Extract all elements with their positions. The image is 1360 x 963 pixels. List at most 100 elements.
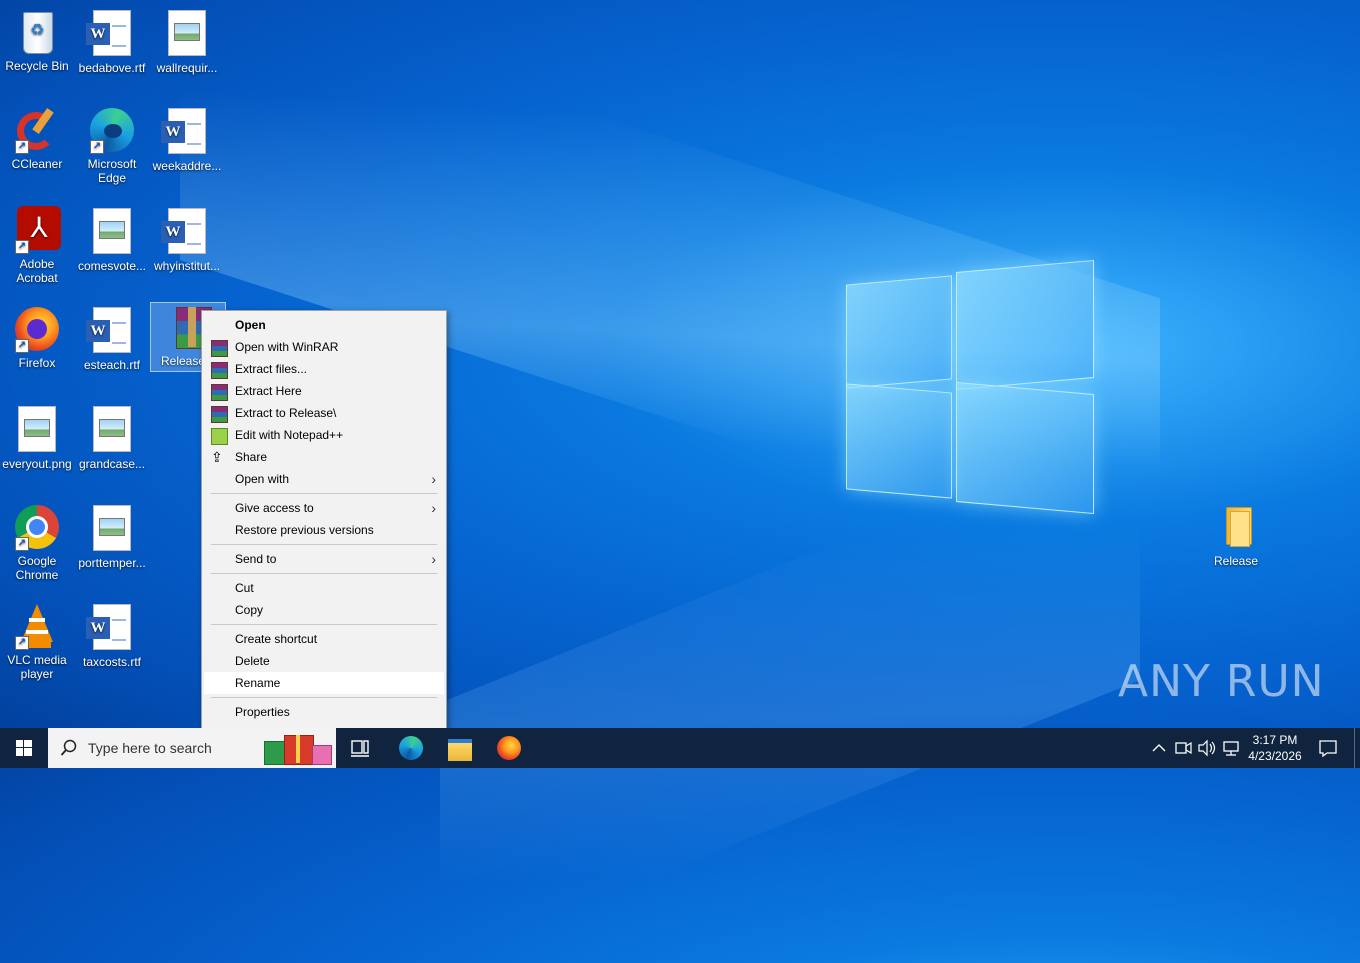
menu-separator <box>211 573 437 574</box>
taskbar-edge-button[interactable] <box>386 728 434 768</box>
shortcut-arrow-icon: ↗ <box>15 140 29 154</box>
icon-label: weekaddre... <box>152 159 222 173</box>
desktop-icon-release-folder[interactable]: Release <box>1199 503 1273 568</box>
firefox-icon: ↗ <box>13 305 61 353</box>
desktop-icon-everyout-png[interactable]: everyout.png <box>0 404 74 471</box>
icon-label: CCleaner <box>11 157 63 171</box>
volume-button[interactable] <box>1196 728 1218 768</box>
menu-item-create-shortcut[interactable]: Create shortcut <box>202 628 446 650</box>
ccleaner-icon: ↗ <box>13 106 61 154</box>
chevron-right-icon: › <box>431 500 436 516</box>
menu-item-cut[interactable]: Cut <box>202 577 446 599</box>
icon-label: VLC media player <box>7 653 67 681</box>
task-view-icon <box>351 740 369 757</box>
menu-separator <box>211 544 437 545</box>
start-button[interactable] <box>0 728 48 768</box>
shortcut-arrow-icon: ↗ <box>15 636 29 650</box>
menu-item-open-with-winrar[interactable]: Open with WinRAR <box>202 336 446 358</box>
desktop-icon-microsoft-edge[interactable]: ↗ Microsoft Edge <box>75 106 149 185</box>
icon-label: Adobe Acrobat <box>16 257 58 285</box>
winrar-icon <box>211 362 228 379</box>
icon-label: esteach.rtf <box>83 358 141 372</box>
taskbar-firefox-button[interactable] <box>484 728 532 768</box>
icon-label: Google Chrome <box>15 554 59 582</box>
menu-item-give-access-to[interactable]: Give access to › <box>202 497 446 519</box>
shortcut-arrow-icon: ↗ <box>15 240 29 254</box>
menu-item-delete[interactable]: Delete <box>202 650 446 672</box>
menu-item-restore-previous-versions[interactable]: Restore previous versions <box>202 519 446 541</box>
firefox-icon <box>497 736 521 760</box>
image-file-icon <box>168 10 206 56</box>
menu-item-extract-to-release[interactable]: Extract to Release\ <box>202 402 446 424</box>
menu-separator <box>211 697 437 698</box>
show-desktop-button[interactable] <box>1354 728 1360 768</box>
chevron-right-icon: › <box>431 471 436 487</box>
network-button[interactable] <box>1220 728 1242 768</box>
desktop-icon-whyinstitut[interactable]: W whyinstitut... <box>150 206 224 273</box>
menu-item-open-with[interactable]: Open with › <box>202 468 446 490</box>
desktop-icon-vlc[interactable]: ↗ VLC media player <box>0 602 74 681</box>
word-document-icon: W <box>86 307 131 353</box>
menu-item-rename[interactable]: Rename <box>204 672 444 694</box>
acrobat-icon: ⅄ ↗ <box>13 206 61 254</box>
icon-label: porttemper... <box>78 556 146 570</box>
task-view-button[interactable] <box>336 728 384 768</box>
icon-label: wallrequir... <box>156 61 218 75</box>
winrar-icon <box>211 384 228 401</box>
notifications-button[interactable] <box>1312 728 1344 768</box>
share-icon: ⇪ <box>211 449 223 465</box>
icon-label: grandcase... <box>78 457 146 471</box>
menu-item-open[interactable]: Open <box>202 314 446 336</box>
menu-item-properties[interactable]: Properties <box>202 701 446 723</box>
desktop-icon-bedabove-rtf[interactable]: W bedabove.rtf <box>75 8 149 75</box>
desktop-icon-comesvote[interactable]: comesvote... <box>75 206 149 273</box>
menu-separator <box>211 493 437 494</box>
icon-label: whyinstitut... <box>153 259 221 273</box>
desktop-icon-google-chrome[interactable]: ↗ Google Chrome <box>0 503 74 582</box>
desktop-icon-weekaddre[interactable]: W weekaddre... <box>150 106 224 173</box>
menu-item-send-to[interactable]: Send to › <box>202 548 446 570</box>
edge-icon <box>399 736 423 760</box>
image-file-icon <box>18 406 56 452</box>
word-document-icon: W <box>86 10 131 56</box>
desktop-icon-porttemper[interactable]: porttemper... <box>75 503 149 570</box>
show-hidden-icons-button[interactable] <box>1148 728 1170 768</box>
icon-label: Microsoft Edge <box>87 157 137 185</box>
icon-label: taxcosts.rtf <box>82 655 141 669</box>
icon-label: everyout.png <box>2 457 72 471</box>
notepad-plus-plus-icon <box>211 428 228 445</box>
word-document-icon: W <box>86 604 131 650</box>
clock[interactable]: 3:17 PM 4/23/2026 <box>1240 732 1310 764</box>
desktop-icon-grandcase[interactable]: grandcase... <box>75 404 149 471</box>
desktop-icon-recycle-bin[interactable]: ♻ Recycle Bin <box>0 8 74 73</box>
menu-item-share[interactable]: ⇪ Share <box>202 446 446 468</box>
word-document-icon: W <box>161 208 206 254</box>
search-box[interactable]: Type here to search <box>48 728 336 768</box>
menu-item-extract-files[interactable]: Extract files... <box>202 358 446 380</box>
context-menu: Open Open with WinRAR Extract files... E… <box>201 310 447 730</box>
desktop-icon-firefox[interactable]: ↗ Firefox <box>0 305 74 370</box>
search-icon <box>60 739 77 756</box>
icon-label: Recycle Bin <box>5 59 69 73</box>
menu-item-extract-here[interactable]: Extract Here <box>202 380 446 402</box>
edge-icon: ↗ <box>88 106 136 154</box>
icon-label: Firefox <box>18 356 56 370</box>
clock-time: 3:17 PM <box>1252 733 1298 747</box>
network-icon <box>1223 741 1239 756</box>
meet-now-button[interactable] <box>1172 728 1194 768</box>
taskbar-file-explorer-button[interactable] <box>435 728 483 768</box>
desktop-icon-adobe-acrobat[interactable]: ⅄ ↗ Adobe Acrobat <box>0 206 74 285</box>
menu-item-copy[interactable]: Copy <box>202 599 446 621</box>
recycle-bin-icon: ♻ <box>13 8 61 56</box>
image-file-icon <box>93 208 131 254</box>
camera-icon <box>1175 741 1192 755</box>
shortcut-arrow-icon: ↗ <box>90 140 104 154</box>
chevron-up-icon <box>1152 744 1166 752</box>
gift-boxes-icon <box>264 735 332 765</box>
windows-start-icon <box>16 740 32 756</box>
menu-item-edit-with-notepad[interactable]: Edit with Notepad++ <box>202 424 446 446</box>
desktop-icon-ccleaner[interactable]: ↗ CCleaner <box>0 106 74 171</box>
desktop-icon-esteach-rtf[interactable]: W esteach.rtf <box>75 305 149 372</box>
desktop-icon-taxcosts-rtf[interactable]: W taxcosts.rtf <box>75 602 149 669</box>
desktop-icon-wallrequir[interactable]: wallrequir... <box>150 8 224 75</box>
